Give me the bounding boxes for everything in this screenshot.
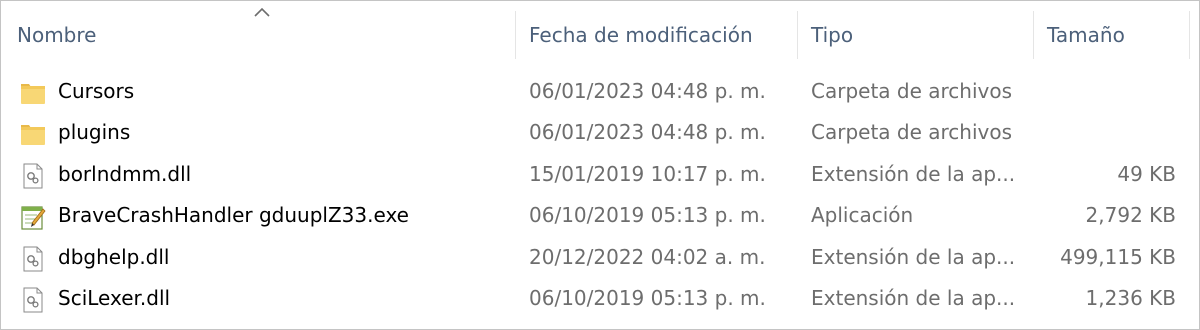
file-type: Extensión de la ap... (811, 244, 1016, 269)
folder-icon (21, 84, 45, 104)
column-header-type-label: Tipo (811, 23, 854, 47)
file-name: BraveCrashHandler gduuplZ33.exe (58, 203, 409, 228)
column-divider[interactable] (797, 11, 798, 59)
file-row[interactable]: plugins 06/01/2023 04:48 p. m. Carpeta d… (1, 112, 1191, 153)
file-size: 499,115 KB (1060, 244, 1176, 269)
dll-file-icon (23, 246, 43, 272)
file-row[interactable]: Cursors 06/01/2023 04:48 p. m. Carpeta d… (1, 71, 1191, 112)
file-row[interactable]: dbghelp.dll 20/12/2022 04:02 a. m. Exten… (1, 237, 1191, 278)
file-type: Aplicación (811, 203, 914, 228)
column-header-date[interactable]: Fecha de modificación (529, 11, 795, 59)
file-name: Cursors (58, 79, 135, 103)
file-name: plugins (58, 120, 131, 145)
file-list: Cursors 06/01/2023 04:48 p. m. Carpeta d… (1, 71, 1191, 319)
file-list-view: Nombre Fecha de modificación Tipo Tamaño… (0, 0, 1200, 330)
file-name: SciLexer.dll (58, 285, 171, 310)
dll-file-icon (23, 163, 43, 189)
file-name: borlndmm.dll (58, 161, 192, 186)
file-date: 06/10/2019 05:13 p. m. (529, 203, 766, 228)
file-date: 15/01/2019 10:17 p. m. (529, 161, 766, 186)
dll-file-icon (23, 287, 43, 313)
file-size: 49 KB (1117, 161, 1176, 186)
folder-icon (21, 125, 45, 146)
column-divider[interactable] (1033, 11, 1034, 59)
file-type: Carpeta de archivos (811, 120, 1013, 145)
file-size: 1,236 KB (1085, 285, 1176, 310)
exe-file-icon (21, 206, 46, 230)
file-size: 2,792 KB (1085, 203, 1176, 228)
column-header-size[interactable]: Tamaño (1047, 11, 1187, 59)
file-date: 06/01/2023 04:48 p. m. (529, 120, 766, 145)
file-date: 06/01/2023 04:48 p. m. (529, 79, 766, 103)
column-header-name[interactable]: Nombre (17, 11, 513, 59)
file-row[interactable]: BraveCrashHandler gduuplZ33.exe 06/10/20… (1, 195, 1191, 236)
file-row[interactable]: borlndmm.dll 15/01/2019 10:17 p. m. Exte… (1, 154, 1191, 195)
file-type: Carpeta de archivos (811, 79, 1013, 103)
column-header-name-label: Nombre (17, 23, 97, 47)
column-divider[interactable] (1189, 11, 1190, 59)
column-header-row: Nombre Fecha de modificación Tipo Tamaño (1, 11, 1191, 59)
file-date: 06/10/2019 05:13 p. m. (529, 285, 766, 310)
column-divider[interactable] (515, 11, 516, 59)
column-header-size-label: Tamaño (1047, 23, 1125, 47)
column-header-date-label: Fecha de modificación (529, 23, 753, 47)
file-name: dbghelp.dll (58, 244, 170, 269)
column-header-type[interactable]: Tipo (811, 11, 1029, 59)
file-type: Extensión de la ap... (811, 161, 1016, 186)
file-row[interactable]: SciLexer.dll 06/10/2019 05:13 p. m. Exte… (1, 278, 1191, 319)
file-type: Extensión de la ap... (811, 285, 1016, 310)
file-date: 20/12/2022 04:02 a. m. (529, 244, 766, 269)
